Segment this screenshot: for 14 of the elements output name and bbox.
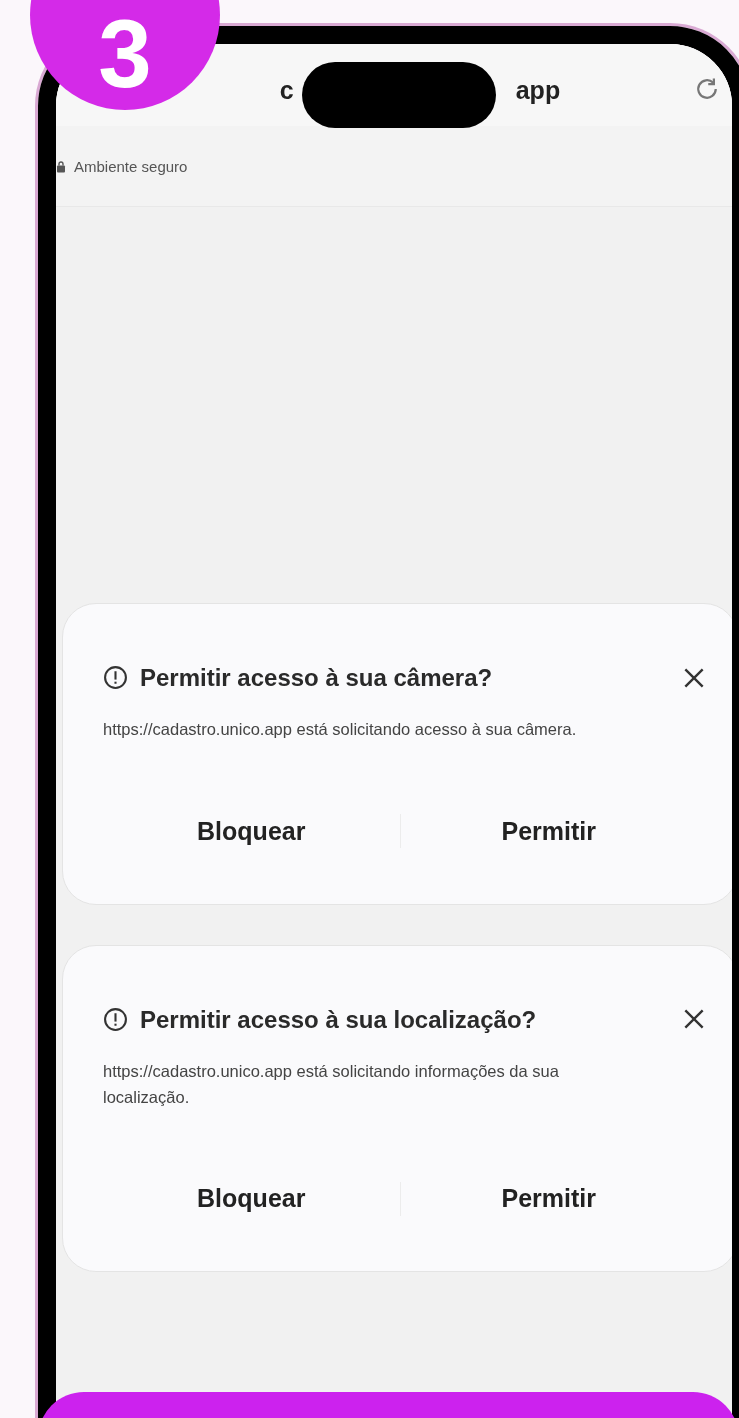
allow-button[interactable]: Permitir — [400, 808, 697, 854]
security-label: Ambiente seguro — [74, 157, 188, 175]
dialog-title: Permitir acesso à sua câmera? — [140, 663, 494, 693]
warning-icon — [103, 1006, 128, 1032]
lock-icon — [56, 159, 66, 173]
dialog-message: https://cadastro.unico.app está solicitando informações da sua localização. — [103, 1060, 560, 1108]
warning-icon — [103, 665, 128, 691]
url-text[interactable]: c — [279, 75, 294, 105]
url-text[interactable]: app — [515, 75, 561, 105]
allow-button[interactable]: Permitir — [400, 1176, 697, 1222]
dialog-message: https://cadastro.unico.app está solicitando acesso à sua câmera. — [103, 719, 578, 741]
dialog-title: Permitir acesso à sua localização? — [140, 1004, 538, 1035]
block-button[interactable]: Bloquear — [103, 808, 400, 854]
block-button[interactable]: Bloquear — [103, 1176, 400, 1222]
